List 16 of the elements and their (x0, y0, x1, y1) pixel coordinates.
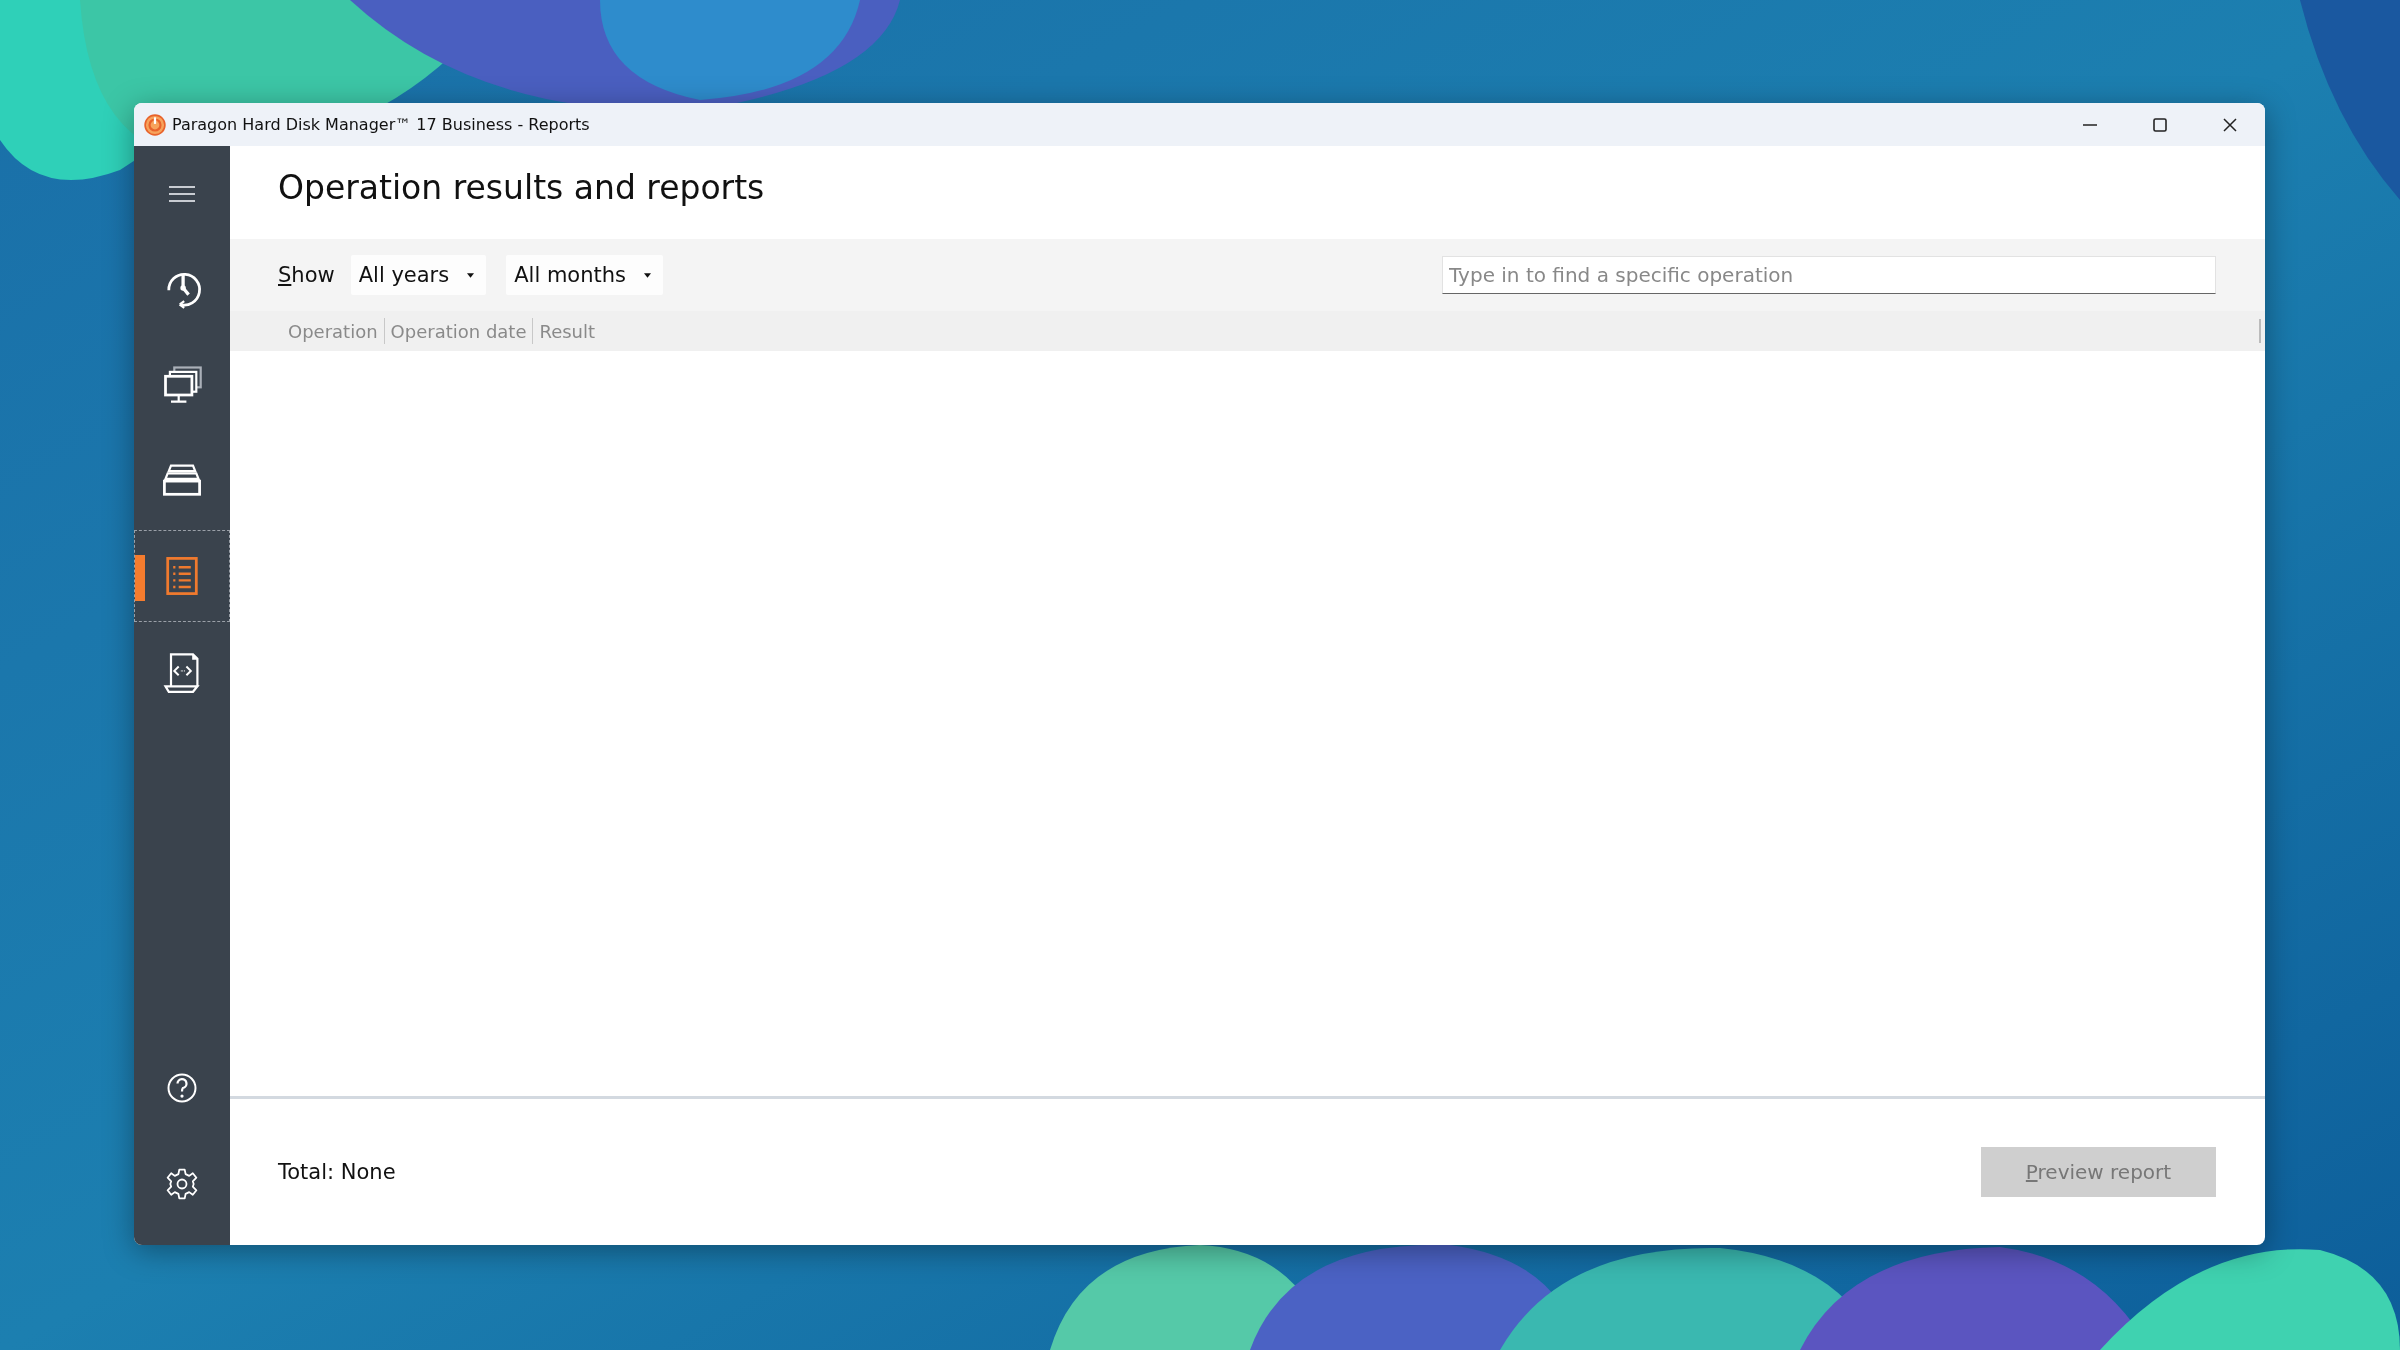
total-count: Total: None (278, 1160, 396, 1184)
caret-icon (467, 272, 475, 278)
filter-dropdown[interactable]: All years (350, 255, 487, 295)
window-title: Paragon Hard Disk Manager™ 17 Business - Reports (172, 115, 590, 134)
show-label: Show (278, 263, 335, 287)
column-header[interactable]: Result (533, 320, 602, 342)
menu-icon[interactable] (167, 184, 197, 204)
app-logo-icon (144, 113, 166, 136)
caret-icon (644, 272, 651, 278)
search-field[interactable]: Type in to find a specific operation (1442, 256, 2216, 294)
column-header[interactable]: Operation (282, 320, 384, 342)
selection-indicator (135, 555, 145, 601)
settings-icon (164, 1166, 200, 1202)
page-title: Operation results and reports (277, 167, 766, 209)
column-header[interactable]: Operation date (384, 320, 533, 342)
filter-dropdown[interactable]: All months (506, 255, 663, 295)
